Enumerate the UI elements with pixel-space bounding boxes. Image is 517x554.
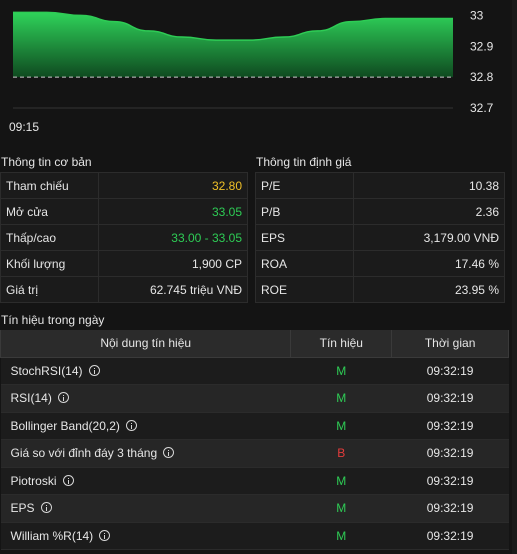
valuation-row: P/B 2.36 — [255, 198, 506, 225]
basic-info-value: 33.00 - 33.05 — [97, 224, 249, 251]
basic-info-value: 32.80 — [97, 172, 249, 199]
signal-name: William %R(14) — [10, 528, 94, 543]
basic-info-value: 62.745 triệu VNĐ — [97, 276, 249, 303]
info-icon[interactable] — [62, 474, 74, 486]
signal-row[interactable]: William %R(14) M 09:32:19 — [0, 522, 509, 550]
valuation-value: 10.38 — [352, 172, 506, 199]
col-header-content: Nội dung tín hiệu — [0, 330, 292, 358]
basic-info-row: Thấp/cao 33.00 - 33.05 — [0, 224, 249, 251]
valuation-row: P/E 10.38 — [255, 172, 506, 199]
info-icon[interactable] — [40, 502, 52, 514]
basic-info-label: Tham chiếu — [0, 172, 99, 199]
signal-name-cell: EPS — [0, 494, 291, 523]
signal-row[interactable]: Bollinger Band(20,2) M 09:32:19 — [0, 412, 509, 440]
basic-info-label: Mở cửa — [0, 198, 99, 225]
basic-info-value: 1,900 CP — [97, 250, 249, 277]
signal-time: 09:32:19 — [391, 439, 509, 468]
signal-time: 09:32:19 — [391, 412, 509, 440]
price-chart: 33 32.9 32.8 32.7 09:15 — [9, 8, 494, 134]
signal-name: EPS — [10, 501, 35, 516]
info-icon[interactable] — [163, 447, 175, 459]
basic-info-row: Mở cửa 33.05 — [0, 198, 249, 225]
signal-name: RSI(14) — [10, 391, 52, 406]
basic-info-title: Thông tin cơ bản — [1, 155, 92, 169]
signal-value: M — [290, 467, 392, 495]
signal-row[interactable]: Piotroski M 09:32:19 — [0, 467, 509, 495]
basic-info-label: Khối lượng — [0, 250, 99, 277]
valuation-label: EPS — [255, 224, 354, 251]
signal-value: B — [290, 439, 392, 468]
signal-value: M — [290, 384, 392, 413]
signal-row[interactable]: RSI(14) M 09:32:19 — [0, 384, 509, 413]
signal-time: 09:32:19 — [391, 494, 509, 523]
valuation-row: EPS 3,179.00 VNĐ — [255, 224, 506, 251]
signal-value: M — [290, 494, 392, 523]
valuation-value: 2.36 — [352, 198, 506, 225]
signal-name: StochRSI(14) — [10, 363, 83, 378]
valuation-value: 3,179.00 VNĐ — [352, 224, 506, 251]
signal-value: M — [290, 412, 392, 440]
valuation-label: ROA — [255, 250, 354, 277]
basic-info-row: Giá trị 62.745 triệu VNĐ — [0, 276, 249, 303]
signal-name-cell: Bollinger Band(20,2) — [0, 412, 291, 440]
basic-info-table: Tham chiếu 32.80 Mở cửa 33.05 Thấp/cao 33.00 … — [0, 172, 249, 303]
signal-time: 09:32:19 — [391, 467, 509, 495]
signal-name-cell: Giá so với đỉnh đáy 3 tháng — [0, 439, 291, 468]
info-icon[interactable] — [99, 529, 111, 541]
basic-info-label: Giá trị — [0, 276, 99, 303]
signals-table: Nội dung tín hiệu Tín hiệu Thời gian Sto… — [0, 330, 509, 550]
basic-info-label: Thấp/cao — [0, 224, 99, 251]
signal-row[interactable]: StochRSI(14) M 09:32:19 — [0, 357, 509, 385]
valuation-value: 23.95 % — [352, 276, 506, 303]
basic-info-row: Khối lượng 1,900 CP — [0, 250, 249, 277]
valuation-label: ROE — [255, 276, 354, 303]
signal-row[interactable]: Giá so với đỉnh đáy 3 tháng B 09:32:19 — [0, 439, 509, 468]
signal-time: 09:32:19 — [391, 357, 509, 385]
valuation-info-title: Thông tin định giá — [256, 155, 352, 169]
scrollbar[interactable] — [512, 0, 517, 554]
valuation-row: ROA 17.46 % — [255, 250, 506, 277]
y-tick-label: 32.8 — [470, 70, 494, 84]
price-area — [13, 12, 453, 78]
valuation-label: P/E — [255, 172, 354, 199]
valuation-value: 17.46 % — [352, 250, 506, 277]
basic-info-row: Tham chiếu 32.80 — [0, 172, 249, 199]
info-icon[interactable] — [125, 419, 137, 431]
signal-value: M — [290, 357, 392, 385]
y-tick-label: 32.7 — [470, 101, 494, 115]
signals-title: Tín hiệu trong ngày — [1, 313, 105, 327]
signal-time: 09:32:19 — [391, 522, 509, 550]
signal-time: 09:32:19 — [391, 384, 509, 413]
signals-header-row: Nội dung tín hiệu Tín hiệu Thời gian — [0, 330, 509, 358]
x-axis-label: 09:15 — [9, 120, 39, 134]
col-header-signal: Tín hiệu — [290, 330, 393, 358]
y-tick-label: 32.9 — [470, 39, 494, 53]
basic-info-value: 33.05 — [97, 198, 249, 225]
col-header-time: Thời gian — [391, 330, 509, 358]
valuation-table: P/E 10.38 P/B 2.36 EPS 3,179.00 VNĐ ROA 17.46 %… — [255, 172, 506, 303]
info-icon[interactable] — [57, 392, 69, 404]
valuation-label: P/B — [255, 198, 354, 225]
y-tick-label: 33 — [470, 8, 484, 22]
valuation-row: ROE 23.95 % — [255, 276, 506, 303]
signal-name: Piotroski — [10, 473, 57, 488]
signal-value: M — [290, 522, 392, 550]
info-icon[interactable] — [88, 364, 100, 376]
signal-name-cell: RSI(14) — [0, 384, 291, 413]
signal-name-cell: William %R(14) — [0, 522, 291, 550]
signal-name-cell: StochRSI(14) — [0, 357, 291, 385]
signal-row[interactable]: EPS M 09:32:19 — [0, 494, 509, 523]
signal-name: Giá so với đỉnh đáy 3 tháng — [10, 446, 158, 461]
signal-name: Bollinger Band(20,2) — [10, 418, 120, 433]
signal-name-cell: Piotroski — [0, 467, 291, 495]
